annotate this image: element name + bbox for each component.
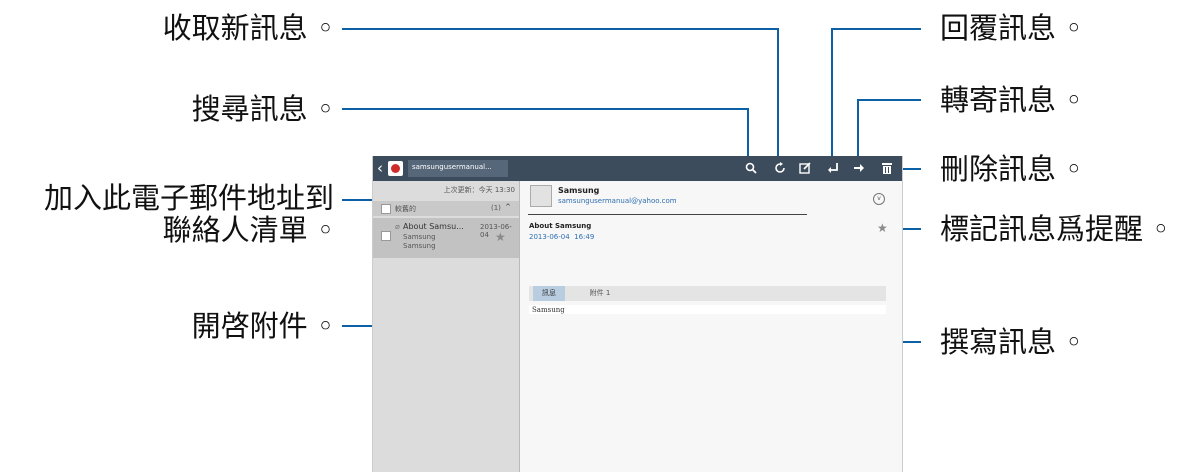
- callout-compose: 撰寫訊息 ◦: [940, 325, 1083, 359]
- expand-chevron-icon[interactable]: v: [873, 193, 885, 205]
- callout-search: 搜尋訊息 ◦: [191, 92, 334, 126]
- folder-header[interactable]: 較舊的 (1) ^: [373, 201, 519, 216]
- callout-delete: 刪除訊息 ◦: [940, 152, 1083, 186]
- callout-add-contact-line2: 聯絡人清單 ◦: [162, 213, 334, 247]
- callout-line-search: [342, 108, 749, 110]
- collapse-chevron-icon[interactable]: ^: [505, 203, 511, 211]
- toolbar: ‹ samsungusermanual...: [373, 156, 902, 181]
- email-app-screen: ‹ samsungusermanual... 上次更新：今天 13:30 較舊的…: [372, 156, 903, 472]
- header-divider: [528, 214, 807, 215]
- folder-name: 較舊的: [395, 205, 416, 213]
- callout-line-fetch-vertical: [777, 28, 779, 162]
- message-view: Samsung samsungusermanual@yahoo.com v Ab…: [520, 181, 902, 472]
- app-logo-icon: [388, 161, 403, 176]
- callout-forward: 轉寄訊息 ◦: [940, 83, 1083, 117]
- delete-icon[interactable]: [876, 156, 898, 181]
- callout-line-reply: [831, 28, 921, 30]
- forward-icon[interactable]: [848, 156, 870, 181]
- list-item-subject: About Samsu...: [403, 222, 464, 231]
- body-box: [529, 305, 886, 314]
- list-item[interactable]: ⌀ About Samsu... 2013-06-04 Samsung Sams…: [373, 218, 519, 258]
- tab-attachment[interactable]: 附件 1: [575, 286, 625, 301]
- folder-count: (1): [491, 204, 501, 212]
- reply-icon[interactable]: [822, 156, 844, 181]
- back-chevron-icon[interactable]: ‹: [373, 156, 387, 181]
- message-datetime: 2013-06-04 16:49: [529, 233, 595, 241]
- account-label: samsungusermanual...: [412, 163, 492, 171]
- list-item-checkbox[interactable]: [381, 231, 391, 241]
- compose-icon[interactable]: [794, 156, 816, 181]
- search-icon[interactable]: [740, 156, 762, 181]
- callout-line-reply-vertical: [831, 28, 833, 162]
- callout-line-fetch: [342, 28, 778, 30]
- callout-open-attachment: 開啓附件 ◦: [191, 309, 334, 343]
- message-body: Samsung: [532, 306, 565, 314]
- callout-line-forward: [857, 99, 921, 101]
- sender-email[interactable]: samsungusermanual@yahoo.com: [558, 197, 677, 205]
- last-updated-label: 上次更新：今天 13:30: [443, 186, 515, 194]
- callout-add-contact-line1: 加入此電子郵件地址到: [43, 181, 334, 215]
- attachment-clip-icon: ⌀: [395, 222, 400, 231]
- flag-star-icon[interactable]: ★: [877, 221, 888, 235]
- callout-line-search-vertical: [747, 108, 749, 162]
- list-item-sender: Samsung: [403, 233, 436, 241]
- avatar[interactable]: [530, 185, 552, 207]
- message-list-panel: 上次更新：今天 13:30 較舊的 (1) ^ ⌀ About Samsu...…: [373, 181, 520, 472]
- callout-line-forward-vertical: [857, 99, 859, 162]
- callout-fetch: 收取新訊息 ◦: [162, 11, 334, 45]
- account-selector[interactable]: samsungusermanual...: [408, 160, 508, 177]
- folder-checkbox[interactable]: [381, 204, 391, 214]
- sender-name: Samsung: [558, 186, 600, 195]
- star-icon[interactable]: ★: [495, 230, 506, 244]
- tab-message[interactable]: 訊息: [533, 286, 565, 301]
- refresh-icon[interactable]: [769, 156, 791, 181]
- list-item-preview: Samsung: [403, 242, 436, 250]
- message-subject: About Samsung: [529, 222, 592, 230]
- callout-flag: 標記訊息爲提醒 ◦: [940, 212, 1170, 246]
- callout-reply: 回覆訊息 ◦: [940, 11, 1083, 45]
